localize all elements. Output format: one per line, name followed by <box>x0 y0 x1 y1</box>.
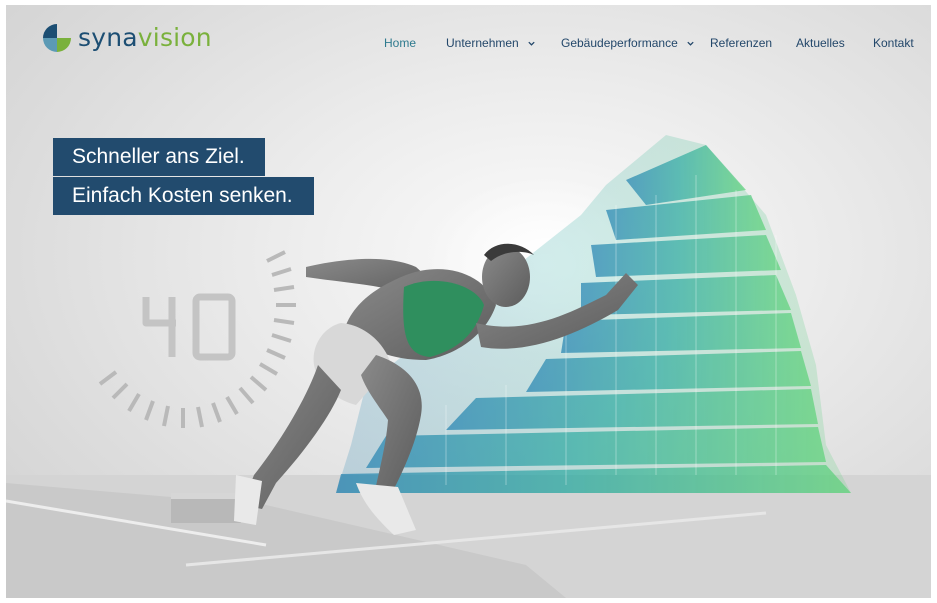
nav-item-unternehmen[interactable]: Unternehmen <box>446 36 536 50</box>
nav-item-label: Gebäudeperformance <box>561 36 678 50</box>
nav-item-label: Kontakt <box>873 36 914 50</box>
chevron-down-icon <box>528 41 535 46</box>
nav-item-label: Aktuelles <box>796 36 845 50</box>
timer-digits <box>142 293 236 361</box>
chevron-down-icon <box>687 41 694 46</box>
main-nav: Home Unternehmen Gebäudeperformance Refe… <box>6 36 931 56</box>
nav-item-home[interactable]: Home <box>384 36 416 50</box>
hero-headline-line2: Einfach Kosten senken. <box>53 177 314 215</box>
nav-item-gebaeudeperformance[interactable]: Gebäudeperformance <box>561 36 695 50</box>
nav-item-referenzen[interactable]: Referenzen <box>710 36 772 50</box>
hero-headline-line1: Schneller ans Ziel. <box>53 138 265 176</box>
nav-item-label: Referenzen <box>710 36 773 50</box>
hero-page: synavision Home Unternehmen Gebäudeperfo… <box>6 5 931 598</box>
hero-image <box>6 135 931 598</box>
nav-item-label: Home <box>384 36 417 50</box>
nav-item-label: Unternehmen <box>446 36 519 50</box>
nav-item-kontakt[interactable]: Kontakt <box>873 36 914 50</box>
nav-item-aktuelles[interactable]: Aktuelles <box>796 36 845 50</box>
